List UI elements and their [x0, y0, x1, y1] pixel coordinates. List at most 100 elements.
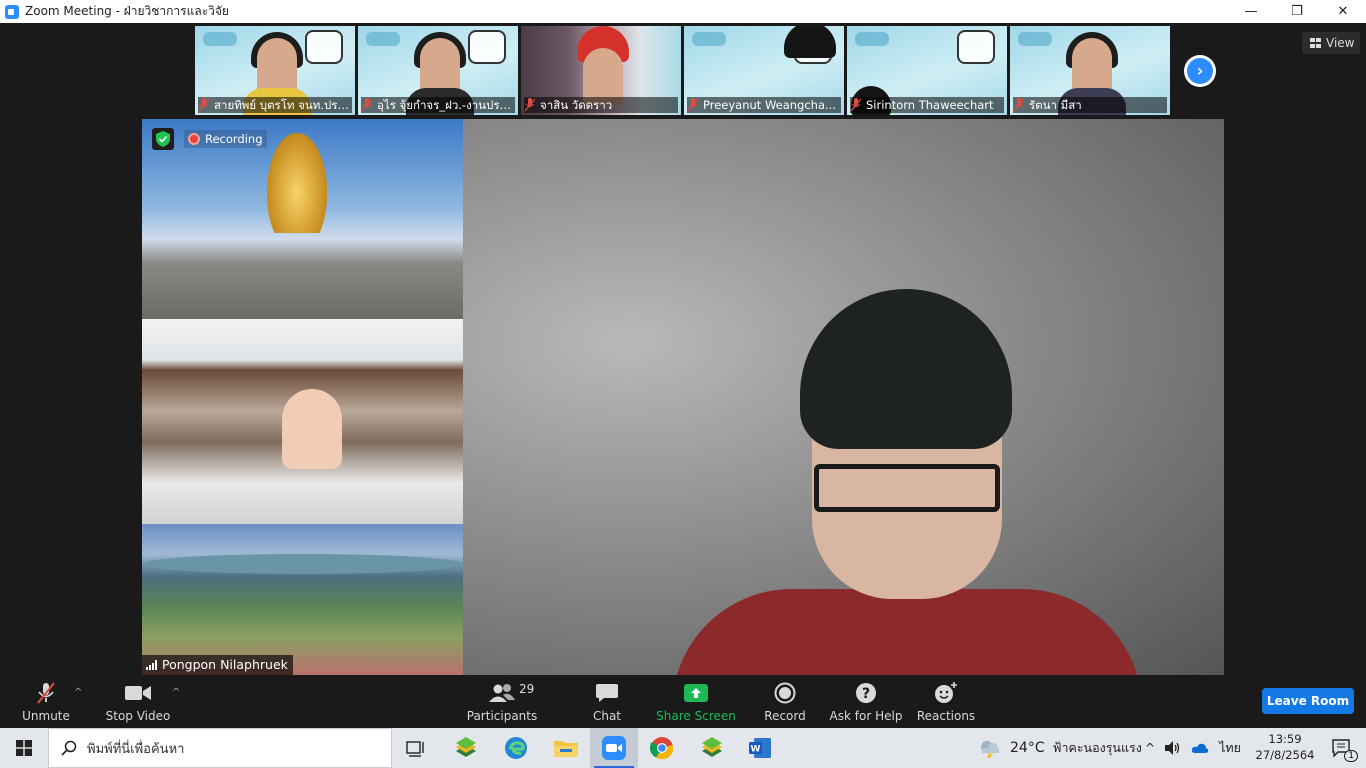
mic-muted-icon — [362, 98, 372, 112]
participant-tile[interactable]: จาสิน วัดดราว — [521, 26, 681, 115]
active-speaker-video[interactable]: Recording Pongpon Nilaphruek — [142, 119, 1224, 675]
windows-taskbar: พิมพ์ที่นี่เพื่อค้นหา W 24°C ฟ้าคะนองรุน… — [0, 728, 1366, 768]
clock-date: 27/8/2564 — [1255, 748, 1315, 762]
participant-name: รัตนา มีสา — [1013, 97, 1167, 113]
weather-temp: 24°C — [1010, 740, 1045, 756]
signal-strength-icon — [146, 660, 158, 670]
smiley-plus-icon — [935, 682, 957, 703]
mic-muted-icon — [688, 98, 698, 112]
unmute-label: Unmute — [22, 709, 70, 723]
grid-view-icon — [1310, 38, 1321, 48]
recording-indicator[interactable]: Recording — [184, 130, 267, 148]
participants-label: Participants — [466, 709, 538, 723]
minimize-button[interactable]: — — [1228, 0, 1274, 23]
participant-name: จาสิน วัดดราว — [524, 97, 678, 113]
record-dot-icon — [188, 133, 200, 145]
record-button[interactable]: Record — [764, 681, 806, 725]
presenter-figure — [602, 289, 1224, 675]
speaker-name-tag: Pongpon Nilaphruek — [142, 655, 293, 675]
speaker-name: Pongpon Nilaphruek — [162, 657, 288, 672]
windows-logo-icon — [16, 740, 32, 756]
chat-button[interactable]: Chat — [588, 681, 626, 725]
taskbar-app-edge[interactable] — [492, 728, 540, 768]
taskbar-app-zoom[interactable] — [590, 728, 638, 768]
zoom-app-icon — [5, 4, 19, 19]
system-clock[interactable]: 13:59 27/8/2564 — [1250, 731, 1320, 763]
ask-for-help-label: Ask for Help — [829, 709, 903, 723]
task-view-icon — [406, 741, 424, 757]
maximize-button[interactable]: ❐ — [1274, 0, 1320, 23]
security-shield-icon[interactable] — [152, 128, 174, 150]
svg-text:?: ? — [862, 686, 870, 702]
stop-video-button[interactable]: Stop Video — [106, 681, 170, 725]
help-icon: ? — [856, 683, 876, 703]
taskbar-search-input[interactable]: พิมพ์ที่นี่เพื่อค้นหา — [48, 728, 392, 768]
view-label: View — [1326, 36, 1355, 50]
video-camera-icon — [125, 686, 151, 700]
stop-video-label: Stop Video — [105, 709, 171, 723]
audio-options-caret-icon[interactable]: ^ — [74, 687, 82, 698]
word-icon: W — [749, 738, 771, 758]
leave-room-button[interactable]: Leave Room — [1262, 688, 1354, 714]
mic-muted-icon — [851, 98, 861, 112]
view-button[interactable]: View — [1302, 32, 1360, 54]
participant-tile[interactable]: สายทิพย์ บุตรโท จนท.ประ... — [195, 26, 355, 115]
search-placeholder: พิมพ์ที่นี่เพื่อค้นหา — [87, 741, 185, 757]
start-button[interactable] — [0, 728, 48, 768]
taskbar-app-bluestacks-2[interactable] — [688, 728, 736, 768]
taskbar-app-bluestacks[interactable] — [442, 728, 490, 768]
clock-time: 13:59 — [1268, 732, 1302, 746]
participant-name: Sirintorn Thaweechart — [850, 97, 1004, 113]
bluestacks-icon — [456, 737, 476, 757]
window-title: Zoom Meeting - ฝ่ายวิชาการและวิจัย — [25, 4, 229, 18]
unmute-button[interactable]: Unmute — [22, 681, 70, 725]
notification-center-button[interactable]: 1 — [1318, 728, 1366, 768]
notification-count: 1 — [1344, 750, 1358, 762]
speaker-icon[interactable] — [1165, 741, 1181, 755]
storm-cloud-icon — [981, 741, 999, 758]
reactions-label: Reactions — [916, 709, 976, 723]
share-screen-button[interactable]: Share Screen — [656, 681, 736, 725]
participant-name: Preeyanut Weangcha... — [687, 97, 841, 113]
close-button[interactable]: ✕ — [1320, 0, 1366, 23]
chat-label: Chat — [592, 709, 622, 723]
participant-tile[interactable]: อุไร จุ้ยกำจร_ฝว.-งานประ... — [358, 26, 518, 115]
record-label: Record — [764, 709, 806, 723]
mic-muted-icon — [199, 98, 209, 112]
participants-count: 29 — [519, 682, 535, 696]
ask-for-help-button[interactable]: ? Ask for Help — [829, 681, 903, 725]
input-language[interactable]: ไทย — [1219, 738, 1241, 758]
system-tray: ^ ไทย — [1145, 728, 1241, 768]
record-icon — [774, 682, 796, 704]
edge-browser-icon — [505, 737, 527, 759]
participant-tile[interactable]: รัตนา มีสา — [1010, 26, 1170, 115]
participants-icon — [489, 684, 515, 702]
participant-tile[interactable]: Sirintorn Thaweechart — [847, 26, 1007, 115]
taskbar-app-word[interactable]: W — [736, 728, 784, 768]
task-view-button[interactable] — [392, 728, 440, 768]
zoom-icon — [602, 736, 626, 760]
chat-bubble-icon — [596, 684, 618, 702]
mic-muted-icon — [1014, 98, 1024, 112]
share-screen-label: Share Screen — [656, 709, 736, 723]
reactions-button[interactable]: Reactions — [916, 681, 976, 725]
mic-muted-icon — [525, 98, 535, 112]
chevron-right-icon: › — [1187, 58, 1213, 84]
meeting-area: สายทิพย์ บุตรโท จนท.ประ... อุไร จุ้ยกำจร… — [0, 23, 1366, 677]
svg-text:W: W — [751, 745, 761, 755]
weather-widget[interactable]: 24°C ฟ้าคะนองรุนแรง — [978, 728, 1142, 768]
mic-muted-icon — [37, 682, 55, 704]
participant-tile[interactable]: Preeyanut Weangcha... — [684, 26, 844, 115]
gallery-strip: สายทิพย์ บุตรโท จนท.ประ... อุไร จุ้ยกำจร… — [195, 26, 1170, 115]
taskbar-app-chrome[interactable] — [638, 728, 686, 768]
meeting-toolbar: Unmute ^ Stop Video ^ Participants 29 Ch… — [0, 677, 1366, 728]
next-page-button[interactable]: › — [1184, 55, 1216, 87]
video-options-caret-icon[interactable]: ^ — [172, 687, 180, 698]
show-hidden-icons-icon[interactable]: ^ — [1145, 741, 1155, 755]
share-screen-icon — [684, 684, 708, 702]
taskbar-app-file-explorer[interactable] — [542, 728, 590, 768]
onedrive-cloud-icon[interactable] — [1191, 742, 1209, 754]
weather-description: ฟ้าคะนองรุนแรง — [1052, 740, 1142, 755]
recording-label: Recording — [205, 132, 263, 146]
folder-icon — [554, 741, 578, 757]
